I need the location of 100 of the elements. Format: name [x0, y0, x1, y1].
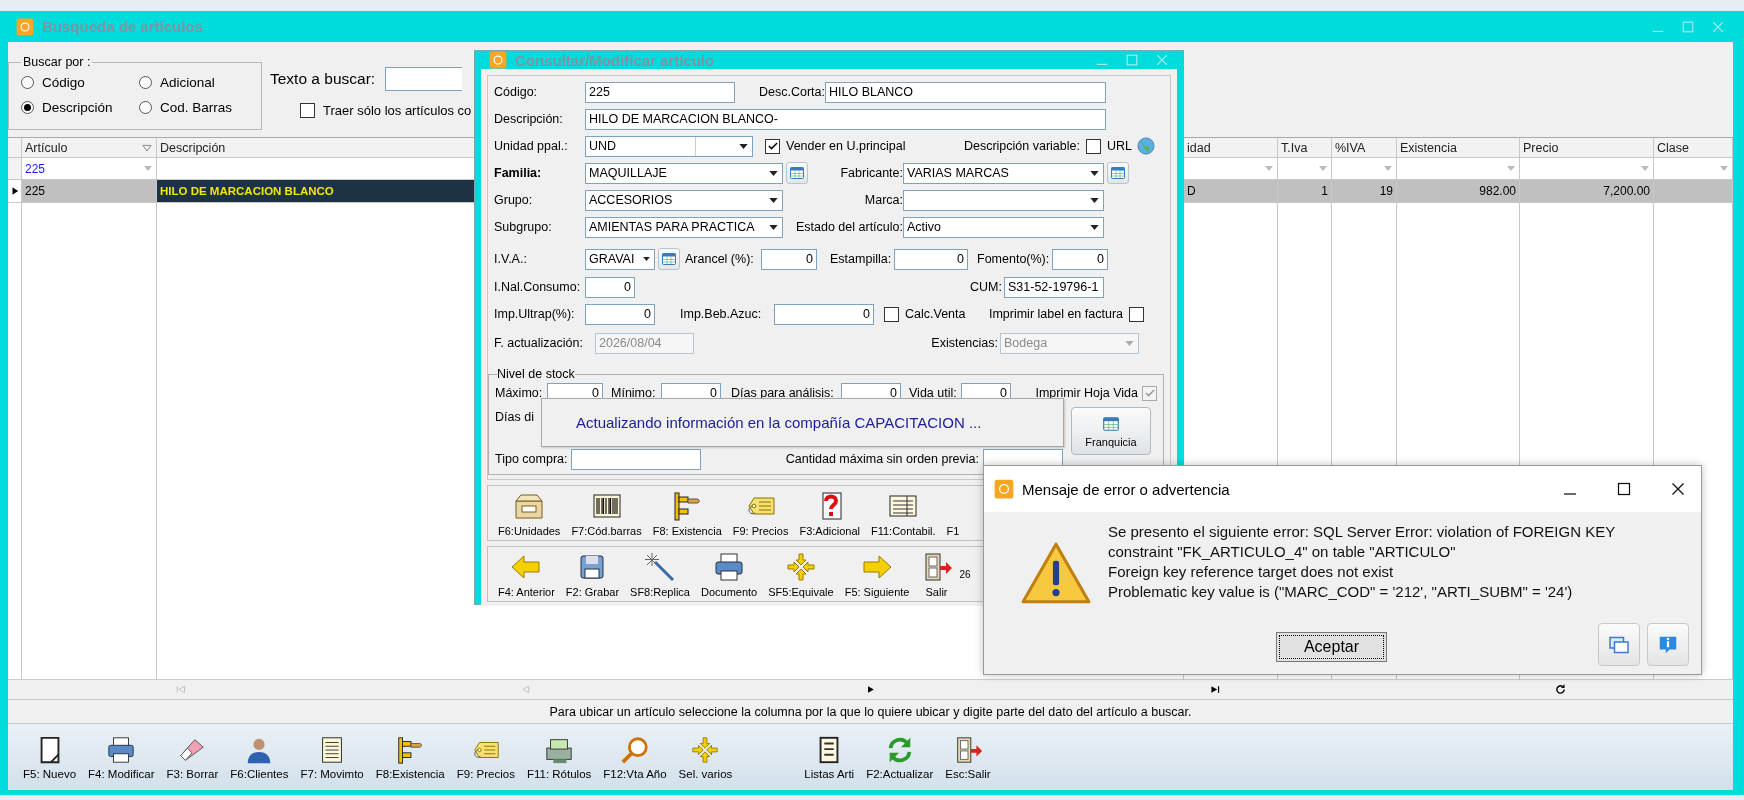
caret-icon: [1384, 166, 1392, 171]
filter-field[interactable]: [1520, 158, 1654, 180]
table-cell: D: [1184, 180, 1278, 203]
caret-icon: [739, 143, 748, 149]
globe-icon[interactable]: [1136, 136, 1156, 156]
field-label: F. actualización:: [494, 336, 584, 350]
dropdown[interactable]: MAQUILLAJE: [585, 162, 783, 184]
windows-button[interactable]: [1598, 623, 1640, 666]
radio-button[interactable]: Adicional: [139, 75, 249, 90]
toolbar-button[interactable]: F2: Grabar: [561, 551, 624, 598]
toolbar-button[interactable]: F11:Contabil.: [866, 490, 940, 537]
toolbar-button[interactable]: F6:Unidades: [494, 490, 565, 537]
toolbar-button[interactable]: F6:Clientes: [227, 734, 292, 780]
toolbar-button[interactable]: F7:Cód.barras: [567, 490, 646, 537]
table-cell: 982.00: [1397, 180, 1520, 203]
window-title: Consultar/Modificar artículo: [515, 51, 715, 69]
ok-button[interactable]: Aceptar: [1276, 632, 1387, 662]
toolbar-button[interactable]: Documento: [696, 551, 762, 598]
text-field[interactable]: 0: [585, 276, 635, 298]
toolbar-button[interactable]: F8: Existencia: [648, 490, 726, 537]
field-label: CUM:: [970, 280, 1002, 294]
toolbar-button[interactable]: F9: Precios: [728, 490, 793, 537]
toolbar-button[interactable]: F3: Borrar: [163, 734, 222, 780]
error-message: Problematic key value is ("MARC_COD" = '212', "ARTI_SUBM" = '24'): [1108, 582, 1574, 602]
app-icon: [16, 17, 34, 36]
text-field[interactable]: 0: [585, 303, 655, 325]
franchise-button[interactable]: Franquicia: [1071, 407, 1151, 455]
search-field[interactable]: [385, 67, 463, 91]
lookup-button[interactable]: [1107, 162, 1129, 184]
text-field[interactable]: 225: [585, 81, 735, 103]
table-cell: 19: [1332, 180, 1397, 203]
field-label: Mínimo:: [611, 386, 657, 400]
dropdown[interactable]: ACCESORIOS: [585, 189, 783, 211]
field-label: Máximo:: [495, 386, 544, 400]
toolbar-button[interactable]: F11: Rótulos: [523, 734, 595, 780]
toolbar-button[interactable]: Listas Arti: [801, 734, 858, 780]
checkbox[interactable]: [1086, 138, 1101, 154]
text-field[interactable]: HILO BLANCO: [825, 81, 1106, 103]
info-button[interactable]: [1647, 623, 1689, 666]
dropdown[interactable]: Activo: [903, 216, 1104, 238]
dropdown[interactable]: AMIENTAS PARA PRACTICA: [585, 216, 783, 238]
toolbar-button[interactable]: F4: Anterior: [494, 551, 559, 598]
toolbar-button[interactable]: SF5:Equivale: [764, 551, 838, 598]
toolbar-button[interactable]: F8:Existencia: [372, 734, 448, 780]
text-field[interactable]: HILO DE MARCACION BLANCO-: [585, 108, 1106, 130]
toolbar-button[interactable]: Salir: [916, 551, 957, 598]
lookup-button[interactable]: [658, 248, 680, 270]
radio-button[interactable]: Descripción: [21, 100, 139, 115]
refresh-icon[interactable]: [1554, 683, 1567, 696]
toolbar-button[interactable]: F4: Modificar: [85, 734, 158, 780]
filter-field[interactable]: 225: [22, 158, 157, 180]
dropdown[interactable]: VARIAS MARCAS: [903, 162, 1104, 184]
caret-icon: [769, 170, 778, 176]
checkbox[interactable]: [884, 306, 899, 322]
filter-field[interactable]: [1184, 158, 1278, 180]
caret-icon: [1125, 340, 1134, 346]
filter-field[interactable]: [1654, 158, 1733, 180]
close-icon[interactable]: [1670, 481, 1686, 497]
text-field[interactable]: [571, 448, 701, 470]
toolbar-button[interactable]: F1: [942, 525, 964, 537]
filter-field[interactable]: [1397, 158, 1520, 180]
toolbar-button[interactable]: F2:Actualizar: [863, 734, 937, 780]
toolbar-button[interactable]: F12:Vta Año: [600, 734, 670, 780]
checkbox[interactable]: [765, 138, 780, 154]
dropdown[interactable]: GRAVAI: [585, 248, 655, 270]
dropdown[interactable]: [903, 189, 1104, 211]
caret-icon: [643, 257, 650, 261]
toolbar-button[interactable]: F5: Nuevo: [20, 734, 80, 780]
field-label: Días para análisis:: [731, 386, 835, 400]
filter-field[interactable]: [1332, 158, 1397, 180]
dropdown[interactable]: UND: [585, 135, 753, 157]
magic-wand-icon: [644, 551, 676, 583]
toolbar-button[interactable]: Esc:Salir: [942, 734, 994, 780]
text-field[interactable]: 0: [761, 248, 817, 270]
field-label: I.Nal.Consumo:: [494, 280, 582, 294]
filter-field[interactable]: [1278, 158, 1332, 180]
toolbar-button[interactable]: F9: Precios: [453, 734, 518, 780]
toolbar-button[interactable]: SF8:Replica: [626, 551, 694, 598]
toolbar-button[interactable]: Sel. varios: [675, 734, 736, 780]
maximize-icon[interactable]: [1616, 481, 1632, 497]
toolbar-button[interactable]: F5: Siguiente: [840, 551, 914, 598]
text-field[interactable]: 0: [774, 303, 874, 325]
check-mark-icon: [1143, 387, 1156, 399]
text-field[interactable]: 0: [894, 248, 968, 270]
checkbox[interactable]: [1129, 306, 1144, 322]
checkbox[interactable]: [300, 103, 315, 118]
radio-button[interactable]: Cod. Barras: [139, 100, 249, 115]
text-field[interactable]: 0: [1052, 248, 1108, 270]
text-field[interactable]: S31-52-19796-1: [1004, 276, 1104, 298]
field-label: Arancel (%):: [685, 252, 755, 266]
caret-icon: [144, 166, 152, 171]
last-record-icon[interactable]: [1209, 683, 1222, 696]
toolbar-button[interactable]: F3:Adicional: [795, 490, 864, 537]
field-label: Código:: [494, 85, 539, 99]
toolbar-button[interactable]: F7: Movimto: [297, 734, 367, 780]
field-label: Texto a buscar:: [270, 70, 376, 88]
four-arrows-icon: [784, 551, 817, 583]
radio-button[interactable]: Código: [21, 75, 139, 90]
link[interactable]: URL: [1107, 139, 1132, 153]
lookup-button[interactable]: [786, 162, 808, 184]
